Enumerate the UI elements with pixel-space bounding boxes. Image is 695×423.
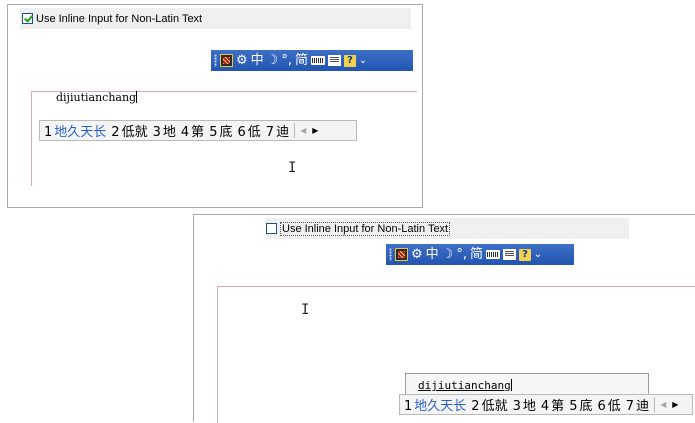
- candidate-number: 5: [209, 125, 218, 140]
- candidate-word: 低: [607, 399, 621, 414]
- next-page-arrow-icon[interactable]: ▶: [312, 126, 318, 135]
- candidate-word: 第: [191, 125, 205, 140]
- candidate-item[interactable]: 3地: [513, 395, 536, 414]
- candidate-item[interactable]: 2 低就: [111, 121, 147, 140]
- inline-input-label[interactable]: Use Inline Input for Non-Latin Text: [280, 221, 451, 236]
- candidate-item[interactable]: 7迪: [266, 121, 289, 140]
- half-width-moon-icon[interactable]: ☽: [442, 247, 454, 263]
- candidate-item[interactable]: 2 低就: [471, 395, 507, 414]
- inline-input-label[interactable]: Use Inline Input for Non-Latin Text: [36, 13, 202, 25]
- candidate-item[interactable]: 3地: [153, 121, 176, 140]
- candidate-word: 第: [551, 399, 565, 414]
- half-width-moon-icon[interactable]: ☽: [267, 53, 279, 69]
- candidate-window: 1 地久天长 2 低就 3 地 4 第 5 底 6 低 7 迪 ◀ ▶: [399, 394, 693, 415]
- chinese-mode-button[interactable]: 中: [426, 247, 439, 263]
- candidate-item[interactable]: 4第: [181, 121, 204, 140]
- candidate-word: 低就: [481, 399, 508, 414]
- composition-string: dijiutianchang: [418, 379, 512, 392]
- text-caret: [136, 91, 138, 103]
- composition-string: dijiutianchang: [56, 91, 138, 104]
- candidate-word: 地: [522, 399, 536, 414]
- candidate-number: 6: [237, 125, 246, 140]
- editor-left-border: [217, 286, 218, 423]
- punctuation-mode-button[interactable]: °,: [456, 247, 467, 263]
- inline-input-option: Use Inline Input for Non-Latin Text: [266, 218, 629, 239]
- candidate-word: 低: [247, 125, 261, 140]
- toolbar-grip-handle[interactable]: [389, 248, 392, 261]
- candidate-word: 迪: [636, 399, 650, 414]
- candidate-word: 地: [162, 125, 176, 140]
- ime-pad-icon[interactable]: [502, 249, 516, 260]
- editor-top-border: [217, 286, 695, 287]
- candidate-number: 1: [44, 125, 53, 140]
- candidate-word: 迪: [276, 125, 290, 140]
- inline-input-checkbox[interactable]: [266, 223, 277, 234]
- inline-input-option: Use Inline Input for Non-Latin Text: [20, 8, 411, 29]
- simplified-chinese-button[interactable]: 简: [470, 247, 483, 263]
- simplified-chinese-button[interactable]: 简: [295, 53, 308, 69]
- candidate-number: 7: [265, 125, 275, 140]
- candidate-number: 1: [404, 399, 413, 414]
- options-menu-icon[interactable]: ⌄: [359, 53, 367, 69]
- help-icon[interactable]: ?: [343, 54, 356, 67]
- candidate-number: 7: [625, 399, 635, 414]
- inline-input-checkbox[interactable]: [22, 13, 33, 24]
- candidate-word: 低就: [121, 125, 148, 140]
- candidate-word: 底: [219, 125, 233, 140]
- settings-icon[interactable]: ⚙: [411, 247, 423, 263]
- candidate-page-nav: ◀ ▶: [654, 397, 678, 412]
- candidate-number: 6: [597, 399, 606, 414]
- candidate-item[interactable]: 4第: [541, 395, 564, 414]
- candidate-item[interactable]: 1 地久天长: [44, 121, 106, 140]
- settings-icon[interactable]: ⚙: [236, 53, 248, 69]
- inline-input-off-panel: Use Inline Input for Non-Latin Text ⚙ 中 …: [193, 214, 695, 423]
- candidate-item[interactable]: 7迪: [626, 395, 649, 414]
- candidate-word: 地久天长: [414, 399, 467, 414]
- candidate-number: 5: [569, 399, 578, 414]
- soft-keyboard-icon[interactable]: [310, 56, 325, 65]
- candidate-item[interactable]: 6低: [597, 395, 620, 414]
- help-icon[interactable]: ?: [518, 248, 531, 261]
- candidate-number: 2: [111, 125, 120, 140]
- ibeam-cursor-icon: I: [301, 302, 310, 318]
- ime-logo-icon[interactable]: [395, 248, 408, 261]
- candidate-number: 4: [180, 125, 190, 140]
- candidate-word: 地久天长: [54, 125, 107, 140]
- candidate-page-nav: ◀ ▶: [294, 123, 318, 138]
- candidate-number: 2: [471, 399, 480, 414]
- candidate-word: 底: [579, 399, 593, 414]
- candidate-item[interactable]: 5底: [569, 395, 592, 414]
- text-caret: [510, 379, 512, 391]
- candidate-item[interactable]: 5底: [209, 121, 232, 140]
- ime-pad-icon[interactable]: [327, 55, 341, 66]
- candidate-number: 3: [152, 125, 161, 140]
- toolbar-grip-handle[interactable]: [214, 54, 217, 67]
- prev-page-arrow-icon[interactable]: ◀: [660, 400, 666, 409]
- candidate-number: 4: [540, 399, 550, 414]
- candidate-window: 1 地久天长 2 低就 3 地 4 第 5 底 6 低 7 迪 ◀ ▶: [39, 120, 357, 141]
- soft-keyboard-icon[interactable]: [485, 250, 500, 259]
- candidate-item[interactable]: 6低: [237, 121, 260, 140]
- editor-left-border: [31, 91, 32, 186]
- chinese-mode-button[interactable]: 中: [251, 53, 264, 69]
- inline-input-on-panel: Use Inline Input for Non-Latin Text ⚙ 中 …: [7, 4, 423, 208]
- options-menu-icon[interactable]: ⌄: [534, 247, 542, 263]
- prev-page-arrow-icon[interactable]: ◀: [300, 126, 306, 135]
- ime-toolbar: ⚙ 中 ☽ °, 简 ? ⌄: [386, 244, 574, 265]
- composition-text: dijiutianchang: [418, 379, 511, 392]
- composition-text: dijiutianchang: [56, 91, 137, 104]
- ibeam-cursor-icon: I: [288, 160, 297, 176]
- ime-toolbar: ⚙ 中 ☽ °, 简 ? ⌄: [211, 50, 413, 71]
- next-page-arrow-icon[interactable]: ▶: [672, 400, 678, 409]
- candidate-number: 3: [512, 399, 521, 414]
- candidate-item[interactable]: 1 地久天长: [404, 395, 466, 414]
- punctuation-mode-button[interactable]: °,: [281, 53, 292, 69]
- ime-logo-icon[interactable]: [220, 54, 233, 67]
